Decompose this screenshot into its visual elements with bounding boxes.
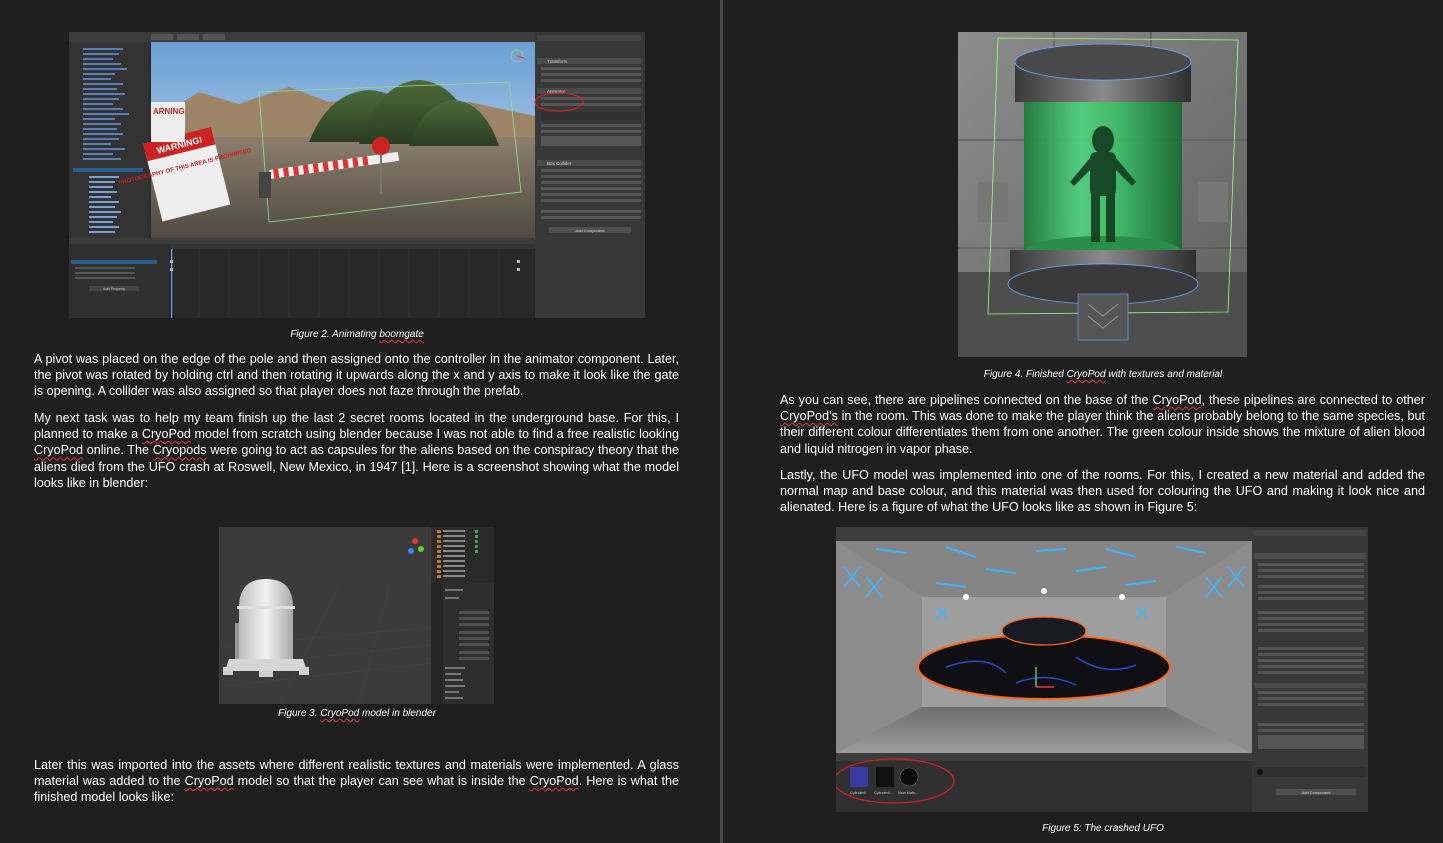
figure-2-caption-word: boomgate — [379, 329, 424, 340]
para4-text-b: , these pipelines are connected to other — [1201, 393, 1426, 407]
para3-text-b: model so that the player can see what is… — [233, 774, 530, 789]
asset-cylinder2-label: Cylinder0... — [874, 791, 893, 795]
figure-2-caption-text: Figure 2. Animating — [290, 329, 380, 340]
figure-3-caption-text-a: Figure 3. — [278, 708, 321, 719]
figure-2-caption: Figure 2. Animating boomgate — [0, 329, 714, 340]
timeline-add-property: Add Property — [103, 287, 125, 291]
figure-4-caption-text-a: Figure 4. Finished — [983, 369, 1067, 380]
asset-cylinder-label: Cylinder0 — [850, 791, 866, 795]
figure-4-cryopod-render — [958, 32, 1247, 357]
figure-3-caption: Figure 3. CryoPod model in blender — [0, 708, 714, 719]
para3-word-2: CryoPod — [529, 774, 579, 789]
asset-new-material-label: New Mate... — [898, 791, 918, 795]
paragraph-pipelines: As you can see, there are pipelines conn… — [780, 392, 1425, 457]
para2-text-b: model from scratch using blender because… — [190, 427, 679, 442]
figure-4-caption-word: CryoPod — [1066, 369, 1106, 380]
para3-word-1: CryoPod — [184, 774, 234, 789]
sign-arning-text: ARNING — [153, 107, 185, 116]
paragraph-pivot: A pivot was placed on the edge of the po… — [34, 352, 679, 399]
figure-4-caption-text-b: with textures and material — [1105, 369, 1223, 380]
para4-text-c: in the room. This was done to make the p… — [780, 409, 1425, 456]
para4-word-2: CryoPod’s — [780, 409, 838, 424]
inspector-box-collider-label: Box Collider — [547, 161, 572, 166]
right-page: Figure 4. Finished CryoPod with textures… — [723, 0, 1443, 843]
inspector-add-component: Add Component — [576, 228, 606, 233]
para2-word-3: Cryopods — [152, 443, 207, 458]
figure-3-blender-screenshot — [219, 527, 494, 704]
figure-4-caption: Figure 4. Finished CryoPod with textures… — [723, 369, 1443, 380]
figure-3-caption-text-b: model in blender — [359, 708, 436, 719]
paragraph-glass-material: Later this was imported into the assets … — [34, 757, 679, 806]
para2-word-1: CryoPod — [141, 427, 191, 442]
figure-3-caption-word: CryoPod — [320, 708, 360, 719]
para2-word-2: CryoPod — [34, 443, 83, 458]
figure-2-unity-screenshot: WARNING! PHOTOGRAPHY OF THIS AREA IS PRO… — [69, 32, 645, 318]
figure-5-ufo-screenshot: Cylinder0 Cylinder0... New Mate... Add C… — [836, 527, 1368, 812]
para4-word-1: CryoPod — [1152, 393, 1202, 407]
figure-5-caption: Figure 5: The crashed UFO — [1042, 823, 1164, 834]
inspector-transform-label: Transform — [547, 59, 568, 64]
inspector2-add-component: Add Component — [1302, 790, 1332, 795]
paragraph-ufo: Lastly, the UFO model was implemented in… — [780, 468, 1425, 515]
paragraph-cryopod-intro: My next task was to help my team finish … — [34, 410, 679, 491]
para4-text-a: As you can see, there are pipelines conn… — [780, 393, 1153, 407]
left-page: WARNING! PHOTOGRAPHY OF THIS AREA IS PRO… — [0, 0, 720, 843]
para2-text-c: online. The — [83, 443, 153, 458]
